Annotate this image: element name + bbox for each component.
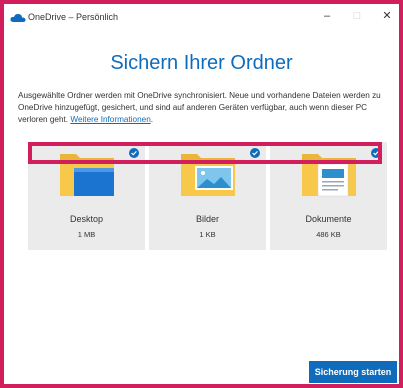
maximize-button[interactable]: □ (346, 7, 368, 25)
onedrive-cloud-icon (10, 13, 26, 22)
title-bar: OneDrive – Persönlich – □ ✕ (4, 4, 399, 30)
folder-size: 486 KB (316, 230, 341, 239)
start-backup-button[interactable]: Sicherung starten (309, 361, 397, 383)
page-title: Sichern Ihrer Ordner (110, 52, 293, 74)
desktop-folder-icon (60, 154, 114, 196)
description: Ausgewählte Ordner werden mit OneDrive s… (18, 90, 390, 126)
pictures-folder-icon (181, 154, 235, 196)
checkmark-icon[interactable] (250, 148, 260, 158)
folder-name: Bilder (195, 214, 219, 224)
description-period: . (150, 115, 154, 124)
more-info-link[interactable]: Weitere Informationen (70, 115, 150, 124)
folder-name: Desktop (69, 214, 104, 224)
folder-size: 1 KB (199, 230, 216, 239)
documents-folder-icon (302, 154, 356, 197)
folder-name: Dokumente (305, 214, 352, 224)
minimize-button[interactable]: – (316, 7, 338, 25)
folder-tile-documents[interactable]: Dokumente 486 KB (270, 142, 387, 250)
folder-size: 1 MB (77, 230, 96, 239)
folder-tile-pictures[interactable]: Bilder 1 KB (149, 142, 266, 250)
checkmark-icon[interactable] (129, 148, 139, 158)
checkmark-icon[interactable] (371, 148, 381, 158)
window-title: OneDrive – Persönlich (28, 12, 119, 22)
folder-tile-desktop[interactable]: Desktop 1 MB (28, 142, 145, 250)
onedrive-window: OneDrive – Persönlich – □ ✕ Sichern Ihre… (4, 4, 399, 384)
folder-tiles: Desktop 1 MB Bilder 1 KB Dokumente 486 K… (28, 142, 387, 250)
close-button[interactable]: ✕ (376, 7, 398, 25)
